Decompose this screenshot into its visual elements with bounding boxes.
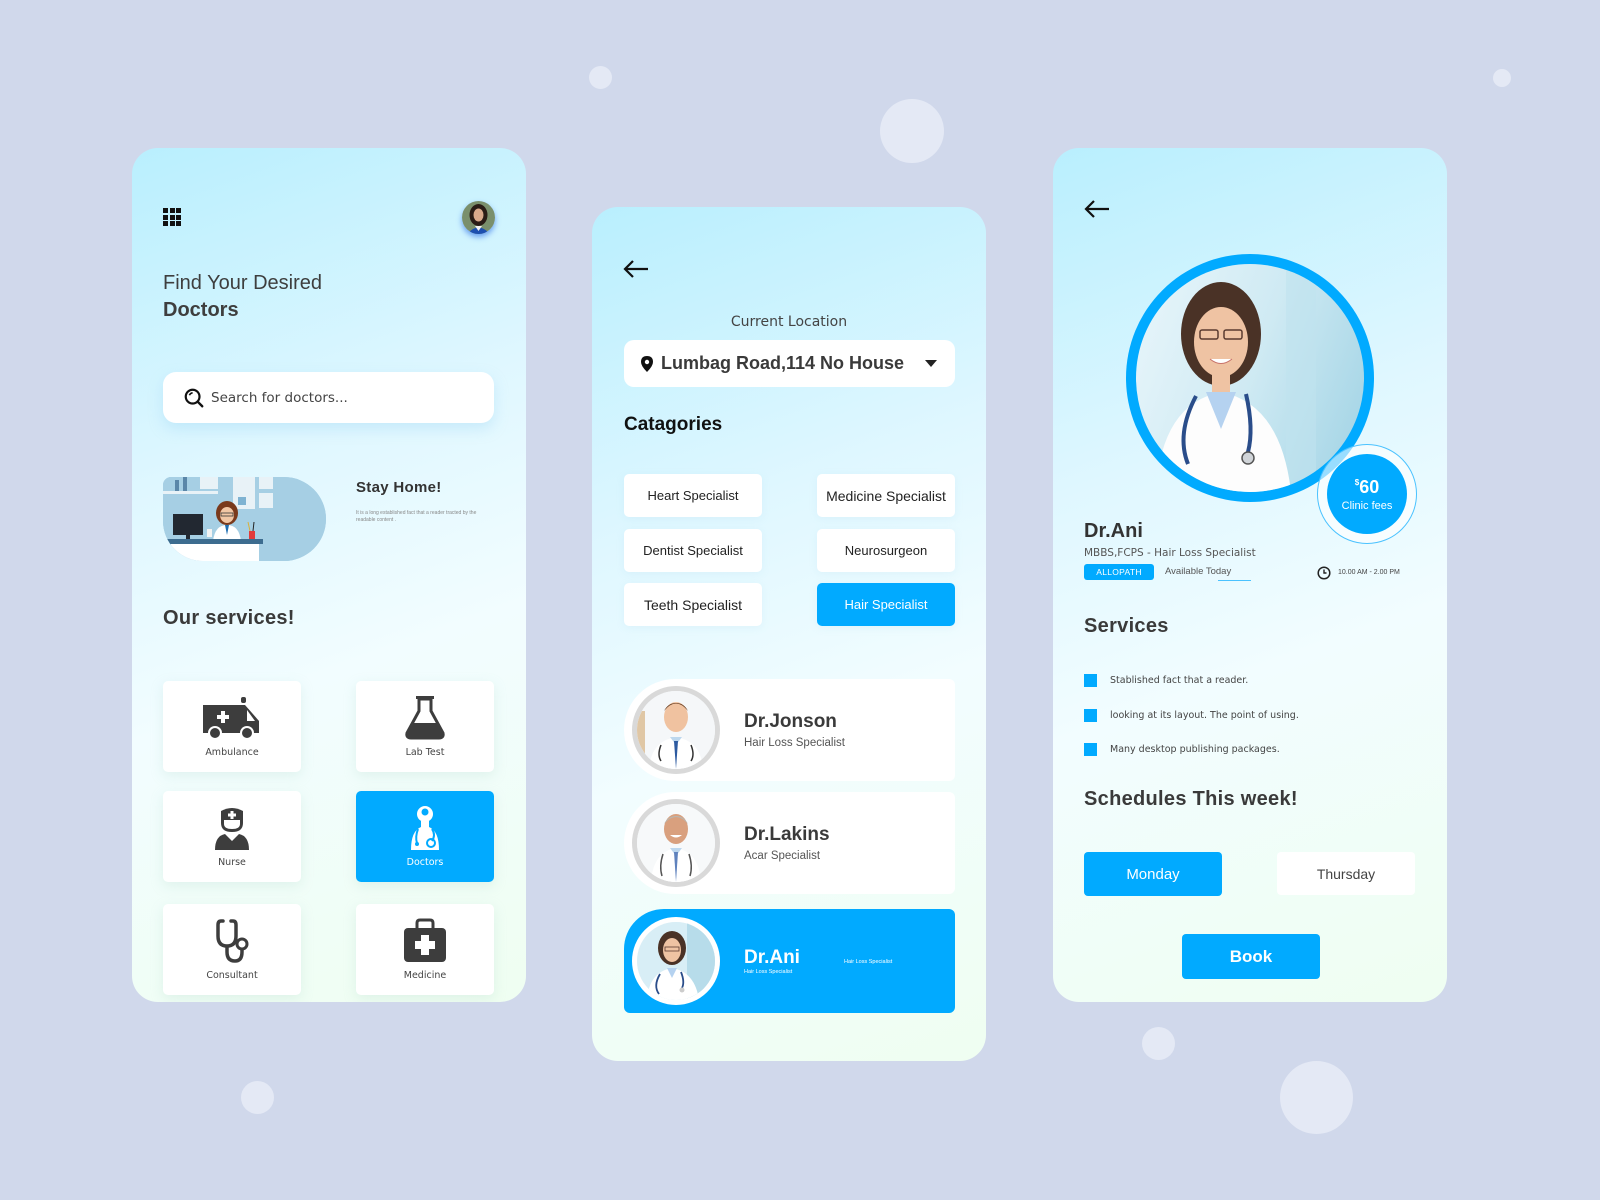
category-heart-specialist[interactable]: Heart Specialist (624, 474, 762, 517)
service-text: looking at its layout. The point of usin… (1110, 710, 1299, 721)
service-consultant[interactable]: Consultant (163, 904, 301, 995)
background-bubble (1493, 69, 1511, 87)
ambulance-icon (203, 697, 259, 740)
doctor-card-jonson[interactable]: Dr.Jonson Hair Loss Specialist (624, 679, 955, 781)
home-screen: Find Your Desired Doctors Search for doc… (132, 148, 526, 1002)
availability-status: Available Today (1165, 566, 1232, 577)
doctor-profile-screen: $60 Clinic fees Dr.Ani MBBS,FCPS - Hair … (1053, 148, 1447, 1002)
category-neurosurgeon[interactable]: Neurosurgeon (817, 529, 955, 572)
service-text: Many desktop publishing packages. (1110, 744, 1280, 755)
services-title: Services (1084, 615, 1169, 637)
doctor-illustration (163, 477, 326, 561)
doctor-specialty: Hair Loss Specialist (744, 737, 845, 749)
nurse-icon (215, 808, 249, 850)
background-bubble (880, 99, 944, 163)
background-bubble (589, 66, 612, 89)
service-item: Many desktop publishing packages. (1084, 743, 1280, 756)
service-item: Stablished fact that a reader. (1084, 674, 1248, 687)
flask-icon (405, 696, 445, 740)
clock-icon (1317, 566, 1331, 580)
fee-value: 60 (1359, 476, 1380, 497)
background-bubble (1142, 1027, 1175, 1060)
location-dropdown[interactable]: Lumbag Road,114 No House (624, 340, 955, 387)
doctor-card-ani[interactable]: Dr.Ani Hair Loss Specialist Hair Loss Sp… (624, 909, 955, 1013)
doctor-photo (632, 917, 720, 1005)
day-monday-button[interactable]: Monday (1084, 852, 1222, 896)
categories-screen: Current Location Lumbag Road,114 No Hous… (592, 207, 986, 1061)
category-medicine-specialist[interactable]: Medicine Specialist (817, 474, 955, 517)
medical-kit-icon (404, 918, 446, 962)
user-avatar[interactable] (462, 201, 495, 234)
doctor-specialty: Acar Specialist (744, 850, 821, 862)
location-value: Lumbag Road,114 No House (661, 353, 905, 373)
search-bar[interactable] (163, 372, 494, 423)
book-button[interactable]: Book (1182, 934, 1320, 979)
background-bubble (241, 1081, 274, 1114)
service-nurse[interactable]: Nurse (163, 791, 301, 882)
doctor-name: Dr.Ani (744, 947, 800, 968)
doctor-specialty-secondary: Hair Loss Specialist (844, 959, 893, 965)
doctor-card-lakins[interactable]: Dr.Lakins Acar Specialist (624, 792, 955, 894)
bullet-square-icon (1084, 709, 1097, 722)
doctor-name: Dr.Lakins (744, 824, 830, 845)
service-text: Stablished fact that a reader. (1110, 675, 1249, 686)
search-input[interactable] (211, 389, 471, 406)
fee-label: Clinic fees (1341, 499, 1393, 512)
back-arrow-icon[interactable] (622, 259, 650, 279)
clinic-fee-badge: $60 Clinic fees (1317, 444, 1417, 544)
doctor-icon (411, 806, 439, 850)
chevron-down-icon (925, 360, 937, 367)
working-hours: 10.00 AM - 2.00 PM (1338, 569, 1400, 576)
service-lab-test[interactable]: Lab Test (356, 681, 494, 772)
doctor-specialty: Hair Loss Specialist (744, 969, 793, 975)
fee-amount: $60 (1355, 477, 1379, 498)
headline-line1: Find Your Desired (163, 272, 322, 294)
service-doctors[interactable]: Doctors (356, 791, 494, 882)
category-dentist-specialist[interactable]: Dentist Specialist (624, 529, 762, 572)
service-ambulance[interactable]: Ambulance (163, 681, 301, 772)
grid-menu-icon[interactable] (163, 208, 181, 226)
service-medicine[interactable]: Medicine (356, 904, 494, 995)
service-label: Lab Test (405, 747, 445, 758)
schedule-title: Schedules This week! (1084, 788, 1298, 810)
stethoscope-icon (216, 919, 249, 963)
day-thursday-button[interactable]: Thursday (1277, 852, 1415, 895)
doctor-photo (632, 686, 720, 774)
service-item: looking at its layout. The point of usin… (1084, 709, 1299, 722)
category-hair-specialist[interactable]: Hair Specialist (817, 583, 955, 626)
back-arrow-icon[interactable] (1083, 199, 1111, 219)
doctor-name: Dr.Jonson (744, 711, 837, 732)
service-label: Medicine (403, 970, 447, 981)
location-label: Current Location (730, 314, 848, 330)
search-icon (184, 388, 204, 407)
services-title: Our services! (163, 607, 295, 629)
promo-title: Stay Home! (356, 479, 442, 496)
category-teeth-specialist[interactable]: Teeth Specialist (624, 583, 762, 626)
service-label: Consultant (206, 970, 258, 981)
availability-underline (1218, 580, 1251, 581)
service-label: Doctors (406, 857, 444, 868)
headline-line2: Doctors (163, 299, 239, 321)
doctor-name: Dr.Ani (1084, 520, 1143, 542)
service-label: Nurse (218, 857, 246, 868)
promo-text: It is a long established fact that a rea… (356, 510, 477, 523)
service-label: Ambulance (205, 747, 259, 758)
doctor-qualifications: MBBS,FCPS - Hair Loss Specialist (1084, 547, 1256, 559)
categories-title: Catagories (624, 414, 723, 435)
location-pin-icon (641, 355, 653, 372)
bullet-square-icon (1084, 674, 1097, 687)
background-bubble (1280, 1061, 1353, 1134)
bullet-square-icon (1084, 743, 1097, 756)
doctor-photo (632, 799, 720, 887)
